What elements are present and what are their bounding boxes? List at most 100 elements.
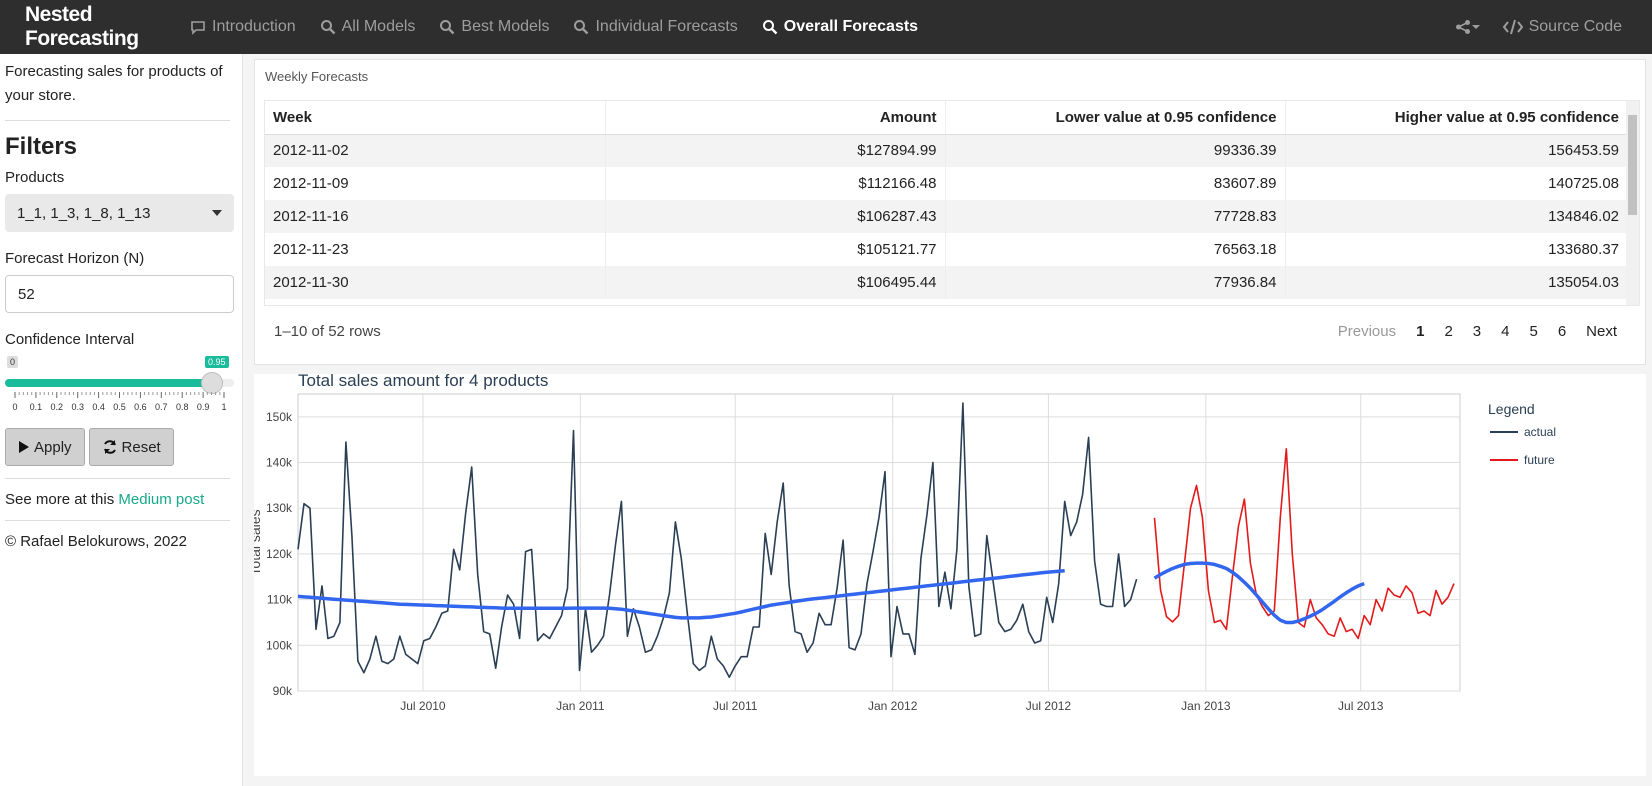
x-tick-label: Jan 2011 [556,699,605,713]
pagination-page-4[interactable]: 4 [1491,323,1519,340]
slider-fill [5,379,216,387]
cell-lower: 83607.89 [944,167,1285,200]
chevron-down-icon [1471,25,1480,29]
x-tick-label: Jul 2011 [713,699,758,713]
pagination-page-3[interactable]: 3 [1463,323,1491,340]
pagination-page-6[interactable]: 6 [1548,323,1576,340]
table-row[interactable]: 2012-11-02 $127894.99 99336.39 156453.59 [265,134,1627,167]
cell-amount: $106495.44 [604,266,945,299]
slider-value-label: 0.95 [205,356,229,368]
table-row[interactable]: 2012-11-30 $106495.44 77936.84 135054.03 [265,266,1627,299]
column-header-higher[interactable]: Higher value at 0.95 confidence [1284,101,1627,135]
scrollbar-thumb[interactable] [1628,115,1637,215]
code-icon [1502,19,1523,35]
slider-tick-label: 0.3 [71,402,84,412]
pagination-page-1[interactable]: 1 [1406,323,1434,340]
slider-tick-label: 0.5 [113,402,126,412]
cell-amount: $127894.99 [604,134,945,167]
sales-chart-panel: Total sales amount for 4 products 90k 100k… [247,371,1646,776]
slider-tick-label: 0.8 [176,402,189,412]
table-row[interactable]: 2012-11-23 $105121.77 76563.18 133680.37 [265,233,1627,266]
search-icon [574,20,589,35]
filter-buttons: Apply Reset [5,428,230,466]
y-tick-label: 90k [273,684,293,698]
table-row[interactable]: 2012-11-09 $112166.48 83607.89 140725.08 [265,167,1627,200]
y-tick-label: 100k [266,638,293,652]
panel-title: Weekly Forecasts [265,69,369,84]
weekly-forecasts-panel: Weekly Forecasts Week Amount Lower value… [254,59,1646,365]
tab-label: Individual Forecasts [595,18,738,35]
slider-handle[interactable] [200,372,223,394]
tab-label: Overall Forecasts [783,18,919,35]
table-scroll-area[interactable]: Week Amount Lower value at 0.95 confiden… [264,100,1640,306]
tab-individual-forecasts[interactable]: Individual Forecasts [573,18,738,36]
x-tick-label: Jul 2010 [400,699,446,713]
divider [5,478,230,479]
reset-button[interactable]: Reset [88,428,174,466]
cell-week: 2012-11-09 [273,175,349,192]
cell-higher: 134846.02 [1284,200,1627,233]
caret-down-icon [212,210,222,216]
tab-overall-forecasts[interactable]: Overall Forecasts [762,18,918,36]
cell-higher: 135054.03 [1284,266,1627,299]
pagination-next[interactable]: Next [1576,323,1627,340]
slider-tick-label: 0.6 [134,402,147,412]
ci-slider[interactable]: 0 0.95 0 0.1 0.2 0.3 0.4 0.5 0.6 0.7 0.8 0.9 1 [5,352,234,422]
plot-area [297,393,1461,692]
divider [5,120,230,121]
cell-week: 2012-11-16 [265,200,605,233]
vertical-scrollbar[interactable] [1626,101,1639,305]
tab-label: All Models [341,18,416,35]
slider-tick-label: 0.2 [51,402,64,412]
y-tick-label: 110k [267,593,293,607]
more-info: See more at this Medium post [5,491,230,508]
tab-all-models[interactable]: All Models [320,18,416,36]
share-menu[interactable] [1455,19,1481,35]
medium-post-link[interactable]: Medium post [118,491,204,508]
tab-best-models[interactable]: Best Models [439,18,549,36]
pagination-page-5[interactable]: 5 [1519,323,1547,340]
horizon-value: 52 [18,285,35,303]
cell-week: 2012-11-23 [273,241,349,258]
slider-min-label: 0 [7,356,19,368]
play-icon [19,441,29,453]
products-label: Products [5,169,65,186]
cell-lower: 99336.39 [944,134,1285,167]
navbar: Nested Forecasting Introduction All Mode… [0,0,1652,54]
horizon-label: Forecast Horizon (N) [5,250,145,267]
slider-tick-label: 0 [12,402,17,412]
cell-amount: $105121.77 [604,233,945,266]
horizon-input[interactable]: 52 [5,275,234,313]
products-value: 1_1, 1_3, 1_8, 1_13 [17,204,151,222]
refresh-icon [103,440,116,454]
slider-tick-label: 1 [221,402,226,412]
tab-introduction[interactable]: Introduction [190,18,296,36]
legend-label-actual: actual [1524,425,1556,439]
sales-chart[interactable]: Total sales amount for 4 products 90k 100k… [247,371,1646,776]
column-header-lower[interactable]: Lower value at 0.95 confidence [944,101,1285,135]
comment-icon [191,21,205,35]
cell-amount: $106287.43 [604,200,945,233]
column-header-week[interactable]: Week [265,101,605,135]
slider-ticks: 0 0.1 0.2 0.3 0.4 0.5 0.6 0.7 0.8 0.9 1 [12,392,227,412]
products-select[interactable]: 1_1, 1_3, 1_8, 1_13 [5,194,234,232]
search-icon [762,20,778,35]
reset-label: Reset [121,438,161,456]
table-row[interactable]: 2012-11-16 $106287.43 77728.83 134846.02 [265,200,1627,233]
pagination-previous[interactable]: Previous [1328,323,1406,340]
source-code-link[interactable]: Source Code [1502,18,1622,36]
column-header-amount[interactable]: Amount [604,101,945,135]
cell-amount: $112166.48 [604,167,945,200]
apply-button[interactable]: Apply [5,428,85,466]
cell-higher: 156453.59 [1284,134,1627,167]
apply-label: Apply [34,438,72,456]
source-code-label: Source Code [1528,18,1622,35]
legend-title: Legend [1488,401,1535,417]
search-icon [440,20,455,35]
pagination-page-2[interactable]: 2 [1434,323,1462,340]
cell-higher: 140725.08 [1284,167,1627,200]
y-tick-label: 140k [266,456,293,470]
x-tick-label: Jan 2012 [868,699,918,713]
divider [5,520,230,521]
app-brand[interactable]: Nested Forecasting [0,3,190,51]
